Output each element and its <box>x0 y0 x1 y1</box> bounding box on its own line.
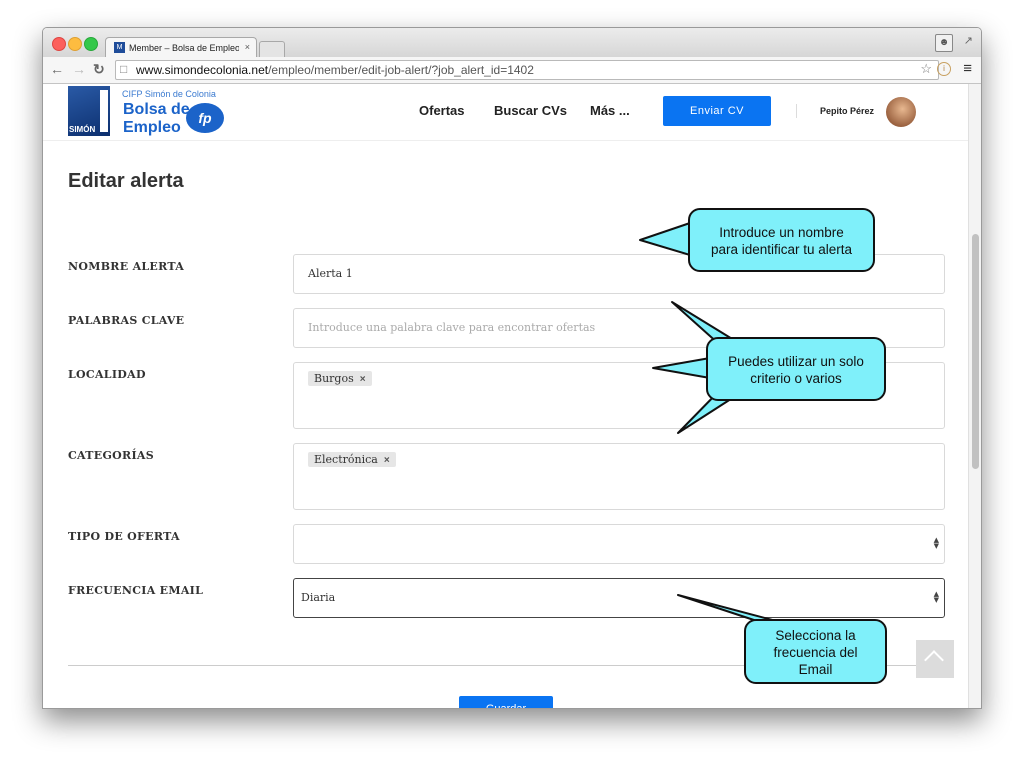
select-arrows-icon: ▲ ▼ <box>933 536 939 550</box>
remove-categoria-icon[interactable]: × <box>384 455 390 466</box>
browser-toolbar: ← → ↻ □ www.simondecolonia.net/empleo/me… <box>43 57 981 84</box>
back-to-top-button[interactable] <box>916 640 954 678</box>
form-divider <box>68 665 943 666</box>
page-title: Editar alerta <box>68 170 184 192</box>
reload-icon[interactable]: ↻ <box>93 61 105 77</box>
categoria-chip: Electrónica × <box>308 452 396 467</box>
minimize-window-button[interactable] <box>68 37 82 51</box>
site-header: SIMÓN CIFP Simón de Colonia Bolsa de Emp… <box>43 84 968 141</box>
favicon-icon: M <box>114 42 125 53</box>
menu-icon[interactable]: ≡ <box>963 60 972 77</box>
close-window-button[interactable] <box>52 37 66 51</box>
frecuencia-email-select[interactable]: Diaria ▲ ▼ <box>293 578 945 618</box>
scroll-thumb[interactable] <box>972 234 979 469</box>
localidad-input[interactable]: Burgos × <box>293 362 945 429</box>
select-arrows-icon: ▲ ▼ <box>933 590 939 604</box>
new-tab-button[interactable] <box>259 41 285 57</box>
nav-mas[interactable]: Más ... <box>590 103 630 118</box>
browser-window: M Member – Bolsa de Empleo × ☻ ↗ ← → ↻ □… <box>42 27 982 709</box>
palabras-clave-input[interactable]: Introduce una palabra clave para encontr… <box>293 308 945 348</box>
profile-icon[interactable]: ☻ <box>935 34 953 52</box>
address-bar[interactable]: □ www.simondecolonia.net/empleo/member/e… <box>115 60 939 80</box>
fp-badge: fp <box>186 103 224 133</box>
logo-school-name: CIFP Simón de Colonia <box>122 89 216 99</box>
frecuencia-email-value: Diaria <box>301 591 336 604</box>
label-categorias: CATEGORÍAS <box>68 449 154 462</box>
label-localidad: LOCALIDAD <box>68 368 146 381</box>
label-nombre-alerta: NOMBRE ALERTA <box>68 260 185 273</box>
forward-icon[interactable]: → <box>72 61 86 77</box>
label-frecuencia-email: FRECUENCIA EMAIL <box>68 584 204 597</box>
enviar-cv-button[interactable]: Enviar CV <box>663 96 771 126</box>
logo-title-line1: Bolsa de <box>123 101 190 118</box>
tipo-oferta-select[interactable]: ▲ ▼ <box>293 524 945 564</box>
back-icon[interactable]: ← <box>50 61 64 77</box>
logo-title-line2: Empleo <box>123 119 181 136</box>
categorias-input[interactable]: Electrónica × <box>293 443 945 510</box>
site-logo[interactable]: SIMÓN CIFP Simón de Colonia Bolsa de Emp… <box>68 86 233 138</box>
browser-tab[interactable]: M Member – Bolsa de Empleo × <box>105 37 257 58</box>
nav-buscar-cvs[interactable]: Buscar CVs <box>494 103 567 118</box>
user-name[interactable]: Pepito Pérez <box>820 106 874 116</box>
nombre-alerta-value: Alerta 1 <box>308 267 353 280</box>
label-palabras-clave: PALABRAS CLAVE <box>68 314 185 327</box>
tab-close-icon[interactable]: × <box>245 42 250 52</box>
label-tipo-oferta: TIPO DE OFERTA <box>68 530 180 543</box>
localidad-chip: Burgos × <box>308 371 372 386</box>
tab-title: Member – Bolsa de Empleo <box>129 43 239 53</box>
nombre-alerta-input[interactable]: Alerta 1 <box>293 254 945 294</box>
url-text: www.simondecolonia.net/empleo/member/edi… <box>136 63 534 77</box>
zoom-window-button[interactable] <box>84 37 98 51</box>
extension-icon[interactable]: i <box>937 62 951 76</box>
fullscreen-icon[interactable]: ↗ <box>964 34 973 47</box>
chevron-up-icon <box>924 650 944 670</box>
logo-emblem-icon: SIMÓN <box>68 86 110 136</box>
page-content: SIMÓN CIFP Simón de Colonia Bolsa de Emp… <box>43 84 968 708</box>
nav-ofertas[interactable]: Ofertas <box>419 103 465 118</box>
palabras-clave-placeholder: Introduce una palabra clave para encontr… <box>308 321 596 334</box>
bookmark-star-icon[interactable]: ☆ <box>920 61 932 77</box>
page-icon: □ <box>120 62 128 76</box>
guardar-button[interactable]: Guardar <box>459 696 553 708</box>
page-scrollbar[interactable] <box>968 84 981 708</box>
avatar[interactable] <box>886 97 916 127</box>
header-divider <box>796 104 797 118</box>
remove-localidad-icon[interactable]: × <box>360 374 366 385</box>
title-bar: M Member – Bolsa de Empleo × ☻ ↗ <box>43 28 981 58</box>
